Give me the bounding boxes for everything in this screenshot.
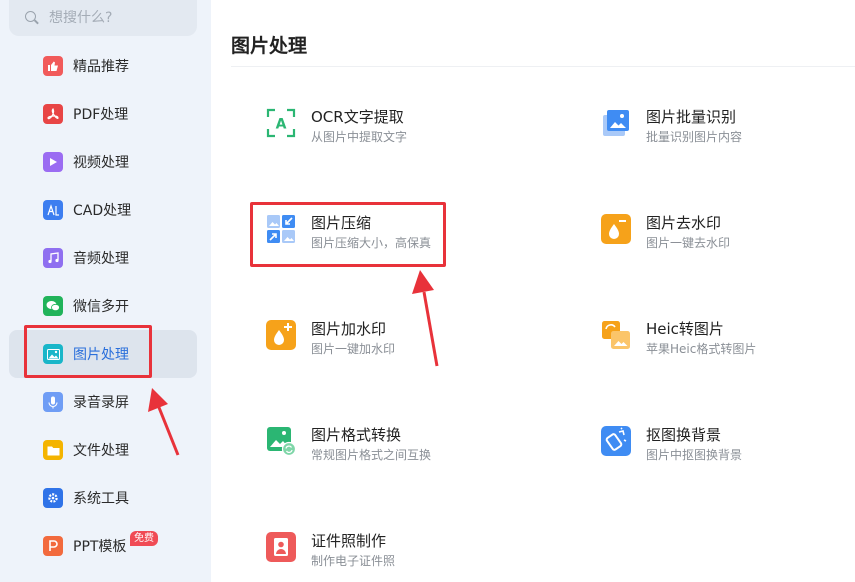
highlight-box-sidebar [24, 325, 152, 378]
sidebar-item-system-tools[interactable]: 系统工具 [9, 474, 197, 522]
cad-icon [43, 200, 63, 220]
sidebar-item-ppt[interactable]: PPT模板 免费 [9, 522, 197, 570]
sidebar-item-audio[interactable]: 音频处理 [9, 234, 197, 282]
tool-desc: 从图片中提取文字 [311, 130, 408, 144]
folder-icon [43, 440, 63, 460]
tool-desc: 图片一键加水印 [311, 342, 396, 356]
tool-name: 图片格式转换 [311, 426, 402, 444]
gear-icon [43, 488, 63, 508]
music-note-icon [43, 248, 63, 268]
heic-convert-icon [601, 320, 631, 350]
svg-text:A: A [276, 117, 287, 133]
tool-desc: 制作电子证件照 [311, 554, 396, 568]
sidebar-item-label: CAD处理 [73, 203, 132, 219]
sidebar-item-label: PDF处理 [73, 107, 129, 123]
search-icon [25, 11, 39, 25]
ppt-icon [43, 536, 63, 556]
highlight-box-compress [250, 202, 446, 267]
title-divider [231, 66, 855, 67]
sidebar-item-label: 视频处理 [73, 155, 129, 171]
page-title: 图片处理 [231, 35, 308, 57]
tool-add-watermark[interactable]: 图片加水印 图片一键加水印 [266, 320, 395, 356]
tool-name: 证件照制作 [311, 532, 387, 550]
id-photo-icon [266, 532, 296, 562]
tool-desc: 苹果Heic格式转图片 [646, 342, 757, 356]
video-play-icon [43, 152, 63, 172]
search-box[interactable] [9, 0, 197, 36]
sidebar-item-video[interactable]: 视频处理 [9, 138, 197, 186]
sidebar-item-label: 系统工具 [73, 491, 129, 507]
tool-name: Heic转图片 [646, 320, 724, 338]
microphone-icon [43, 392, 63, 412]
tool-remove-watermark[interactable]: 图片去水印 图片一键去水印 [601, 214, 730, 250]
tool-heic-convert[interactable]: Heic转图片 苹果Heic格式转图片 [601, 320, 756, 356]
pdf-icon [43, 104, 63, 124]
tool-batch-recognize[interactable]: 图片批量识别 批量识别图片内容 [601, 108, 742, 144]
search-input[interactable] [49, 10, 179, 26]
sidebar-item-label: 精品推荐 [73, 59, 129, 75]
sidebar-item-label: 文件处理 [73, 443, 129, 459]
sidebar-item-label: 录音录屏 [73, 395, 129, 411]
sidebar-item-label: 音频处理 [73, 251, 129, 267]
add-watermark-icon [266, 320, 296, 350]
sidebar-item-label: 微信多开 [73, 299, 129, 315]
sidebar-item-label: PPT模板 [73, 539, 127, 555]
tool-name: 图片加水印 [311, 320, 387, 338]
remove-watermark-icon [601, 214, 631, 244]
tool-name: OCR文字提取 [311, 108, 404, 126]
sidebar: 精品推荐 PDF处理 视频处理 CAD处理 音频处理 [0, 0, 211, 582]
thumbs-up-icon [43, 56, 63, 76]
wechat-icon [43, 296, 63, 316]
free-badge: 免费 [130, 531, 158, 546]
tool-cutout[interactable]: 抠图换背景 图片中抠图换背景 [601, 426, 742, 462]
sidebar-nav: 精品推荐 PDF处理 视频处理 CAD处理 音频处理 微信多开 图片处理 录音录… [9, 42, 197, 570]
sidebar-item-record[interactable]: 录音录屏 [9, 378, 197, 426]
sidebar-item-featured[interactable]: 精品推荐 [9, 42, 197, 90]
sidebar-item-wechat[interactable]: 微信多开 [9, 282, 197, 330]
ocr-scan-icon: A [266, 108, 296, 138]
cutout-icon [601, 426, 631, 456]
tool-id-photo[interactable]: 证件照制作 制作电子证件照 [266, 532, 395, 568]
tool-desc: 常规图片格式之间互换 [311, 448, 432, 462]
tool-desc: 批量识别图片内容 [646, 130, 743, 144]
sidebar-item-cad[interactable]: CAD处理 [9, 186, 197, 234]
main-panel: 图片处理 A OCR文字提取 从图片中提取文字 图片批量识别 批量识别图片内容 … [211, 0, 855, 582]
format-convert-icon [266, 426, 296, 456]
tool-name: 图片批量识别 [646, 108, 737, 126]
tool-desc: 图片中抠图换背景 [646, 448, 743, 462]
tool-name: 图片去水印 [646, 214, 722, 232]
sidebar-item-pdf[interactable]: PDF处理 [9, 90, 197, 138]
tool-ocr[interactable]: A OCR文字提取 从图片中提取文字 [266, 108, 407, 144]
tool-desc: 图片一键去水印 [646, 236, 731, 250]
tool-format-convert[interactable]: 图片格式转换 常规图片格式之间互换 [266, 426, 431, 462]
sidebar-item-files[interactable]: 文件处理 [9, 426, 197, 474]
batch-recognize-icon [601, 108, 631, 138]
tool-name: 抠图换背景 [646, 426, 722, 444]
